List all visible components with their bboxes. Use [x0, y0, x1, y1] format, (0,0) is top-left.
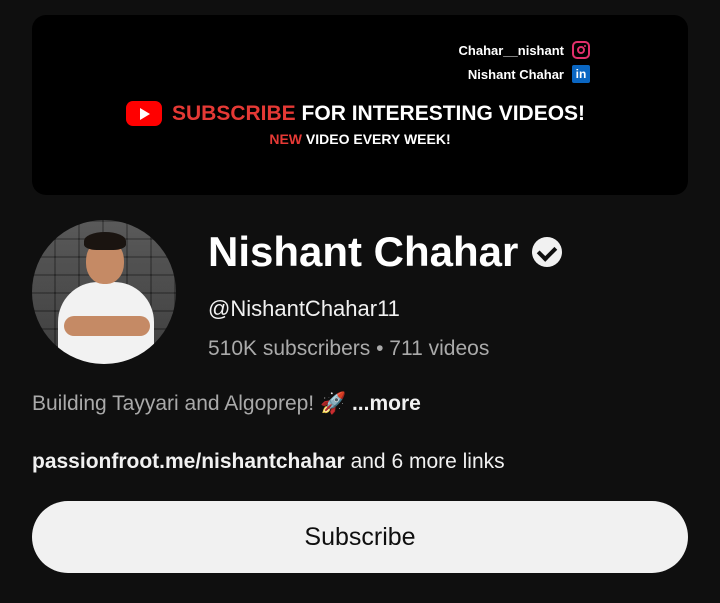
banner-new-video-line: NEW VIDEO EVERY WEEK! [32, 131, 688, 147]
channel-stats: 510K subscribers • 711 videos [208, 337, 489, 361]
more-link[interactable]: ...more [352, 392, 421, 415]
verified-check-icon [532, 237, 563, 267]
channel-avatar[interactable] [32, 220, 176, 364]
channel-banner: Chahar__nishant Nishant Chahar in SUBSCR… [32, 15, 688, 195]
banner-new-rest: VIDEO EVERY WEEK! [305, 131, 451, 147]
instagram-row: Chahar__nishant [459, 41, 590, 59]
banner-new-word: NEW [269, 131, 303, 147]
subscriber-count: 510K subscribers [208, 337, 371, 360]
linkedin-row: Nishant Chahar in [468, 65, 590, 83]
description-text: Building Tayyari and Algoprep! 🚀 [32, 392, 347, 415]
channel-link-url[interactable]: passionfroot.me/nishantchahar [32, 450, 345, 473]
instagram-handle: Chahar__nishant [458, 42, 564, 58]
stats-separator: • [376, 337, 384, 360]
channel-name: Nishant Chahar [208, 228, 519, 275]
youtube-play-icon [126, 101, 162, 126]
video-count: 711 videos [389, 337, 490, 360]
channel-description[interactable]: Building Tayyari and Algoprep! 🚀 ...more [32, 392, 421, 416]
banner-subscribe-line: SUBSCRIBE FOR INTERESTING VIDEOS! [126, 101, 585, 126]
channel-handle: @NishantChahar11 [208, 296, 400, 321]
more-links-text[interactable]: and 6 more links [351, 450, 505, 473]
instagram-icon [572, 41, 590, 59]
linkedin-icon: in [572, 65, 590, 83]
banner-subscribe-word: SUBSCRIBE [172, 101, 296, 125]
channel-links[interactable]: passionfroot.me/nishantchahar and 6 more… [32, 450, 505, 474]
subscribe-button[interactable]: Subscribe [32, 501, 688, 573]
linkedin-name: Nishant Chahar [467, 66, 564, 82]
channel-name-row: Nishant Chahar [208, 228, 563, 276]
banner-subscribe-rest: FOR INTERESTING VIDEOS! [301, 101, 586, 125]
